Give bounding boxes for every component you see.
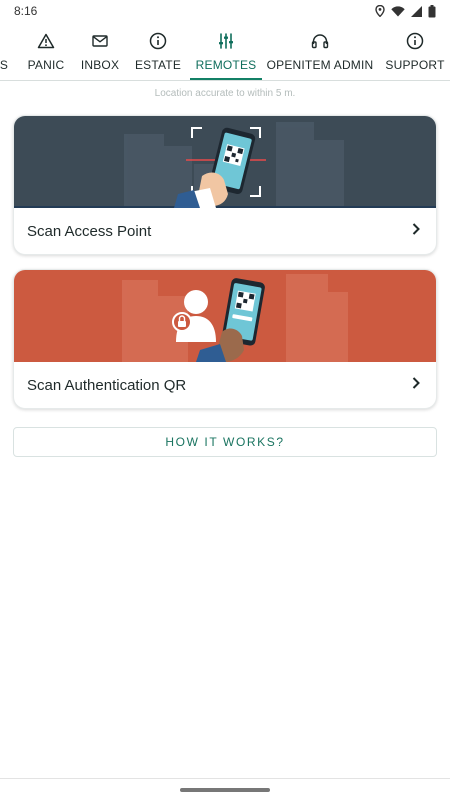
tab-panic[interactable]: PANIC: [26, 22, 66, 80]
tab-openitem-admin[interactable]: OPENITEM ADMIN: [266, 22, 374, 80]
info-icon: [406, 30, 424, 52]
scan-access-point-row[interactable]: Scan Access Point: [14, 208, 436, 254]
navigation-bar: [0, 778, 450, 800]
chevron-right-icon: [412, 376, 420, 394]
authentication-qr-banner-image: [14, 270, 436, 362]
access-point-banner-image: [14, 116, 436, 208]
scan-authentication-qr-card[interactable]: Scan Authentication QR: [13, 269, 437, 409]
sliders-icon: [217, 30, 235, 52]
scan-authentication-qr-label: Scan Authentication QR: [27, 376, 187, 394]
headset-icon: [311, 30, 329, 52]
status-bar: 8:16: [0, 0, 450, 22]
info-icon: [149, 30, 167, 52]
tab-panic-label: PANIC: [27, 58, 65, 72]
tab-partial[interactable]: S: [0, 22, 12, 80]
location-accuracy-note: Location accurate to within 5 m.: [154, 88, 296, 99]
signal-icon: [411, 5, 422, 17]
status-time: 8:16: [14, 4, 38, 18]
tab-remotes[interactable]: REMOTES: [190, 22, 262, 80]
location-icon: [375, 5, 385, 17]
scan-authentication-qr-row[interactable]: Scan Authentication QR: [14, 362, 436, 408]
tab-partial-label: S: [0, 58, 9, 72]
mail-icon: [92, 30, 108, 52]
scan-access-point-label: Scan Access Point: [27, 222, 152, 240]
tab-inbox-label: INBOX: [80, 58, 120, 72]
tab-support[interactable]: SUPPORT: [385, 22, 445, 80]
wifi-icon: [391, 5, 405, 17]
tab-openitem-admin-label: OPENITEM ADMIN: [266, 58, 374, 72]
tab-remotes-label: REMOTES: [195, 58, 257, 72]
status-icons: [375, 4, 436, 18]
tab-estate-label: ESTATE: [134, 58, 182, 72]
gesture-handle[interactable]: [180, 787, 270, 792]
tab-bar: S PANIC INBOX ESTATE REMOTES OPENITEM AD…: [0, 22, 450, 81]
scan-access-point-card[interactable]: Scan Access Point: [13, 115, 437, 255]
active-tab-indicator: [190, 78, 262, 80]
chevron-right-icon: [412, 222, 420, 240]
how-it-works-button[interactable]: HOW IT WORKS?: [13, 427, 437, 457]
battery-icon: [428, 4, 436, 18]
tab-support-label: SUPPORT: [385, 58, 445, 72]
tab-estate[interactable]: ESTATE: [134, 22, 182, 80]
warning-icon: [37, 30, 55, 52]
tab-inbox[interactable]: INBOX: [80, 22, 120, 80]
